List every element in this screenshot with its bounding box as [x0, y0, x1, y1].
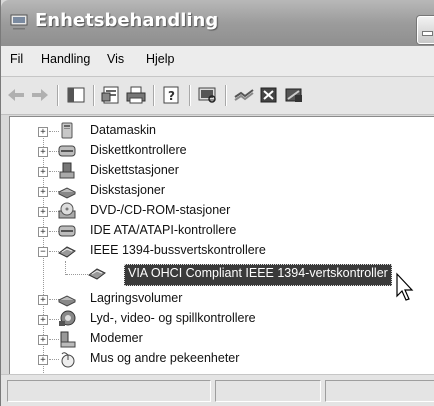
- tree-item-diskettstasjoner[interactable]: + Diskettstasjoner: [10, 161, 434, 181]
- properties-icon[interactable]: [100, 85, 122, 105]
- uninstall-icon[interactable]: [258, 85, 280, 105]
- tree-item-label: Lyd-, video- og spillkontrollere: [90, 311, 256, 325]
- toolbar-separator: [189, 85, 191, 106]
- status-panel: [325, 380, 434, 402]
- device-tree[interactable]: + Datamaskin + Diskettkontrollere + Disk…: [9, 116, 434, 406]
- tree-item-ieee1394[interactable]: − IEEE 1394-bussvertskontrollere: [10, 241, 434, 261]
- mouse-icon: [61, 352, 75, 368]
- expand-icon[interactable]: +: [38, 335, 48, 345]
- tree-item-label: Mus og andre pekeenheter: [90, 351, 240, 365]
- tree-item-label: Lagringsvolumer: [90, 291, 183, 305]
- ieee1394-icon: [58, 246, 76, 258]
- disable-icon[interactable]: [283, 85, 305, 105]
- expand-icon[interactable]: +: [38, 355, 48, 365]
- tree-item-label: Diskettstasjoner: [90, 163, 179, 177]
- selected-device-label: VIA OHCI Compliant IEEE 1394-vertskontro…: [124, 264, 392, 286]
- tree-item-lagringsvolumer[interactable]: + Lagringsvolumer: [10, 289, 434, 309]
- tree-item-diskettkontrollere[interactable]: + Diskettkontrollere: [10, 141, 434, 161]
- tree-item-label: Diskstasjoner: [90, 183, 166, 197]
- menu-handling[interactable]: Handling: [41, 52, 90, 66]
- expand-icon[interactable]: +: [38, 167, 48, 177]
- expand-icon[interactable]: +: [38, 227, 48, 237]
- tree-item-label: Diskettkontrollere: [90, 143, 187, 157]
- floppy-drive-icon: [59, 162, 75, 179]
- modem-icon: [60, 331, 76, 348]
- expand-icon[interactable]: +: [38, 127, 48, 137]
- collapse-icon[interactable]: −: [38, 247, 48, 257]
- toolbar-separator: [153, 85, 155, 106]
- menu-vis[interactable]: Vis: [107, 52, 124, 66]
- sound-icon: [59, 310, 76, 326]
- tree-item-via-ohci[interactable]: VIA OHCI Compliant IEEE 1394-vertskontro…: [10, 264, 434, 286]
- menu-bar: Fil Handling Vis Hjelp: [1, 46, 434, 77]
- ieee1394-device-icon: [88, 268, 106, 280]
- tree-item-modemer[interactable]: + Modemer: [10, 329, 434, 349]
- floppy-controller-icon: [58, 145, 76, 157]
- window-title: Enhetsbehandling: [35, 10, 219, 31]
- tree-item-label: DVD-/CD-ROM-stasjoner: [90, 203, 231, 217]
- minimize-button[interactable]: [417, 16, 434, 44]
- print-icon[interactable]: [125, 85, 147, 105]
- mouse-cursor-icon: [396, 272, 414, 301]
- console-tree-icon[interactable]: [65, 85, 87, 105]
- tree-item-label: IDE ATA/ATAPI-kontrollere: [90, 223, 237, 237]
- computer-icon: [61, 122, 73, 139]
- expand-icon[interactable]: +: [38, 315, 48, 325]
- tree-connector: [66, 274, 88, 275]
- storage-volume-icon: [58, 295, 76, 307]
- tree-item-mus[interactable]: + Mus og andre pekeenheter: [10, 349, 434, 369]
- tree-item-label: IEEE 1394-bussvertskontrollere: [90, 243, 266, 257]
- disk-drive-icon: [58, 187, 76, 199]
- svg-text:?: ?: [168, 89, 175, 103]
- tree-item-label: Modemer: [90, 331, 143, 345]
- title-bar[interactable]: Enhetsbehandling: [1, 0, 434, 46]
- tree-item-label: Datamaskin: [90, 123, 156, 137]
- status-panel: [215, 380, 321, 402]
- menu-fil[interactable]: Fil: [10, 52, 23, 66]
- status-bar: [1, 374, 434, 406]
- forward-arrow-icon[interactable]: [29, 85, 51, 105]
- tree-item-datamaskin[interactable]: + Datamaskin: [10, 121, 434, 141]
- status-panel: [7, 380, 211, 402]
- help-icon[interactable]: ?: [161, 85, 183, 105]
- minimize-icon: [423, 32, 432, 35]
- back-arrow-icon[interactable]: [5, 85, 27, 105]
- tree-item-lyd-video[interactable]: + Lyd-, video- og spillkontrollere: [10, 309, 434, 329]
- toolbar-separator: [57, 85, 59, 106]
- ide-controller-icon: [58, 225, 76, 237]
- device-manager-window: Enhetsbehandling Fil Handling Vis Hjelp: [0, 0, 434, 406]
- expand-icon[interactable]: +: [38, 147, 48, 157]
- update-driver-icon[interactable]: [233, 85, 255, 105]
- tree-item-dvd-cd-rom[interactable]: + DVD-/CD-ROM-stasjoner: [10, 201, 434, 221]
- expand-icon[interactable]: +: [38, 295, 48, 305]
- device-manager-icon: [10, 14, 28, 30]
- tree-item-ide-ata[interactable]: + IDE ATA/ATAPI-kontrollere: [10, 221, 434, 241]
- expand-icon[interactable]: +: [38, 207, 48, 217]
- menu-hjelp[interactable]: Hjelp: [146, 52, 175, 66]
- toolbar-separator: [225, 85, 227, 106]
- toolbar: ?: [1, 77, 434, 115]
- toolbar-separator: [93, 85, 95, 106]
- expand-icon[interactable]: +: [38, 187, 48, 197]
- cd-rom-icon: [58, 202, 76, 219]
- scan-hardware-icon[interactable]: [197, 85, 219, 105]
- tree-item-diskstasjoner[interactable]: + Diskstasjoner: [10, 181, 434, 201]
